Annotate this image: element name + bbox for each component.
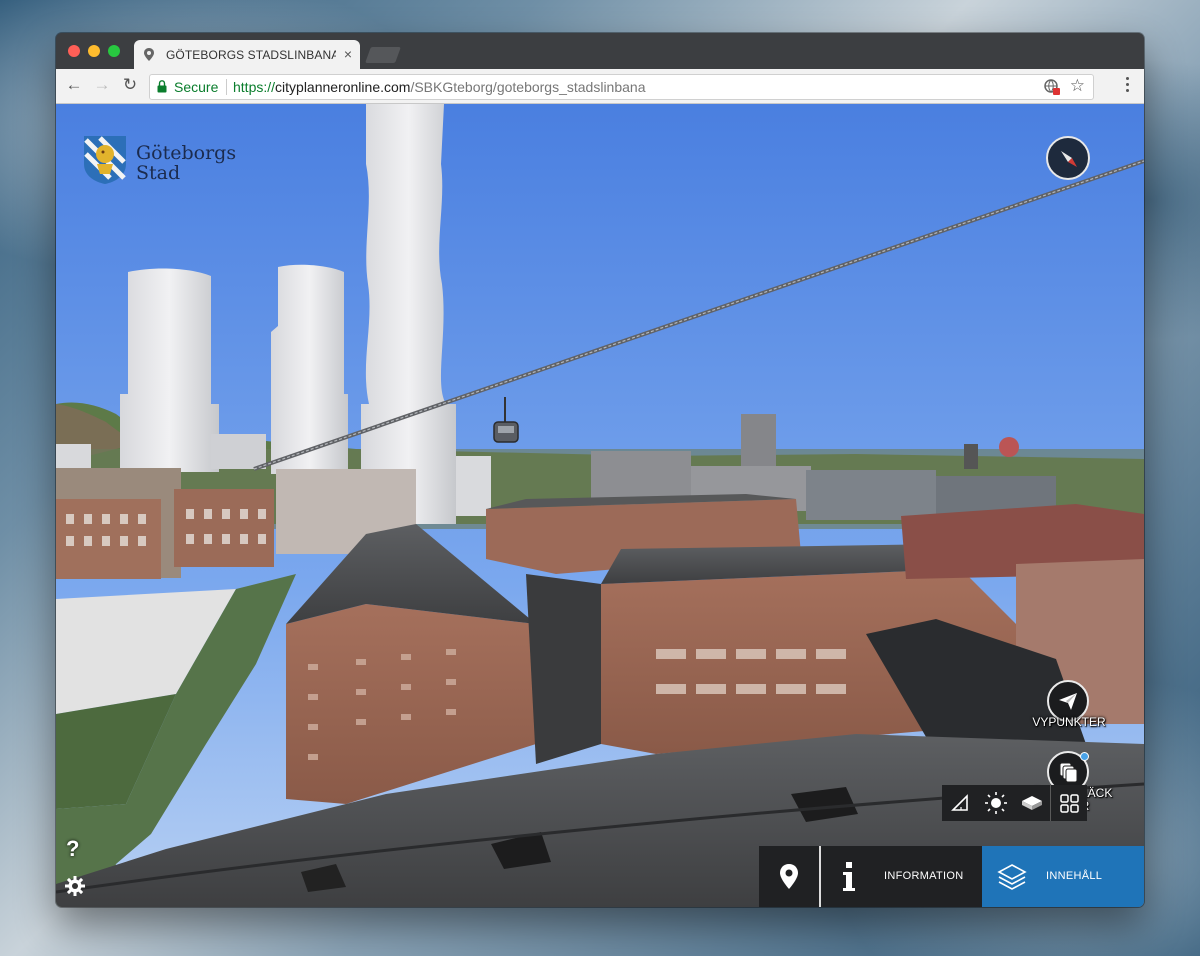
- logo-wordmark: Göteborgs Stad: [136, 143, 236, 183]
- reload-button[interactable]: ↻: [120, 75, 140, 95]
- gear-icon[interactable]: [64, 875, 86, 897]
- logo-line-2: Stad: [136, 162, 181, 184]
- measure-tool-button[interactable]: [942, 785, 978, 821]
- lock-icon: [157, 80, 167, 93]
- cube-icon: [1022, 796, 1042, 810]
- sun-tool-button[interactable]: [978, 785, 1014, 821]
- browser-toolbar: ← → ↻ Secure https://cityplanneronline.c…: [56, 69, 1144, 104]
- info-icon: [843, 862, 855, 891]
- browser-menu-icon[interactable]: [1126, 77, 1130, 95]
- address-bar[interactable]: Secure https://cityplanneronline.com/SBK…: [149, 74, 1094, 100]
- notification-dot: [1080, 752, 1089, 761]
- compass-button[interactable]: [1046, 136, 1090, 180]
- view-tools-bar: [942, 785, 1087, 821]
- url-text: https://cityplanneronline.com/SBKGteborg…: [233, 79, 645, 95]
- layers-icon: [997, 864, 1027, 890]
- content-button[interactable]: INNEHÅLL: [982, 846, 1144, 907]
- grid-tool-button[interactable]: [1050, 785, 1087, 821]
- tab-title: GÖTEBORGS STADSLINBANA: [166, 48, 336, 62]
- logo-line-1: Göteborgs: [136, 142, 237, 164]
- 3d-model-tool-button[interactable]: [1014, 785, 1050, 821]
- zoom-window-button[interactable]: [108, 45, 120, 57]
- bookmark-star-icon[interactable]: ☆: [1070, 76, 1085, 96]
- map-pin-favicon-icon: [144, 48, 154, 61]
- url-host: cityplanneronline.com: [275, 79, 411, 95]
- url-path: /SBKGteborg/goteborgs_stadslinbana: [410, 79, 646, 95]
- location-button[interactable]: [759, 846, 821, 907]
- url-scheme: https://: [233, 79, 276, 95]
- vypunkter-label: VYPUNKTER: [1032, 715, 1106, 729]
- secure-label: Secure: [174, 79, 219, 95]
- bottom-panel-bar: INFORMATION INNEHÅLL: [759, 846, 1144, 907]
- compass-icon: [1061, 151, 1077, 167]
- close-window-button[interactable]: [68, 45, 80, 57]
- content-label: INNEHÅLL: [1046, 870, 1103, 882]
- forward-button[interactable]: →: [92, 75, 112, 95]
- tab-bar: GÖTEBORGS STADSLINBANA ×: [56, 33, 1144, 69]
- grid-icon: [1060, 794, 1079, 813]
- back-button[interactable]: ←: [64, 75, 84, 95]
- information-label: INFORMATION: [884, 870, 964, 882]
- omnibox-divider: [226, 79, 227, 95]
- coat-of-arms-icon: [84, 136, 126, 184]
- sun-icon: [985, 792, 1007, 814]
- new-tab-button[interactable]: [365, 47, 401, 63]
- browser-tab[interactable]: GÖTEBORGS STADSLINBANA ×: [134, 40, 360, 69]
- tab-close-icon[interactable]: ×: [344, 46, 352, 62]
- minimize-window-button[interactable]: [88, 45, 100, 57]
- information-button[interactable]: INFORMATION: [821, 846, 982, 907]
- browser-window: GÖTEBORGS STADSLINBANA × ← → ↻ Secure ht…: [56, 33, 1144, 907]
- map-viewport[interactable]: Göteborgs Stad VYPUNKTER SLÄCK ? INFORMA…: [56, 104, 1144, 907]
- measure-icon: [951, 794, 968, 811]
- map-pin-icon: [780, 864, 798, 889]
- goteborgs-stad-logo: Göteborgs Stad: [82, 134, 252, 186]
- translate-extension-icon[interactable]: [1043, 78, 1061, 96]
- help-question-icon[interactable]: ?: [66, 836, 79, 862]
